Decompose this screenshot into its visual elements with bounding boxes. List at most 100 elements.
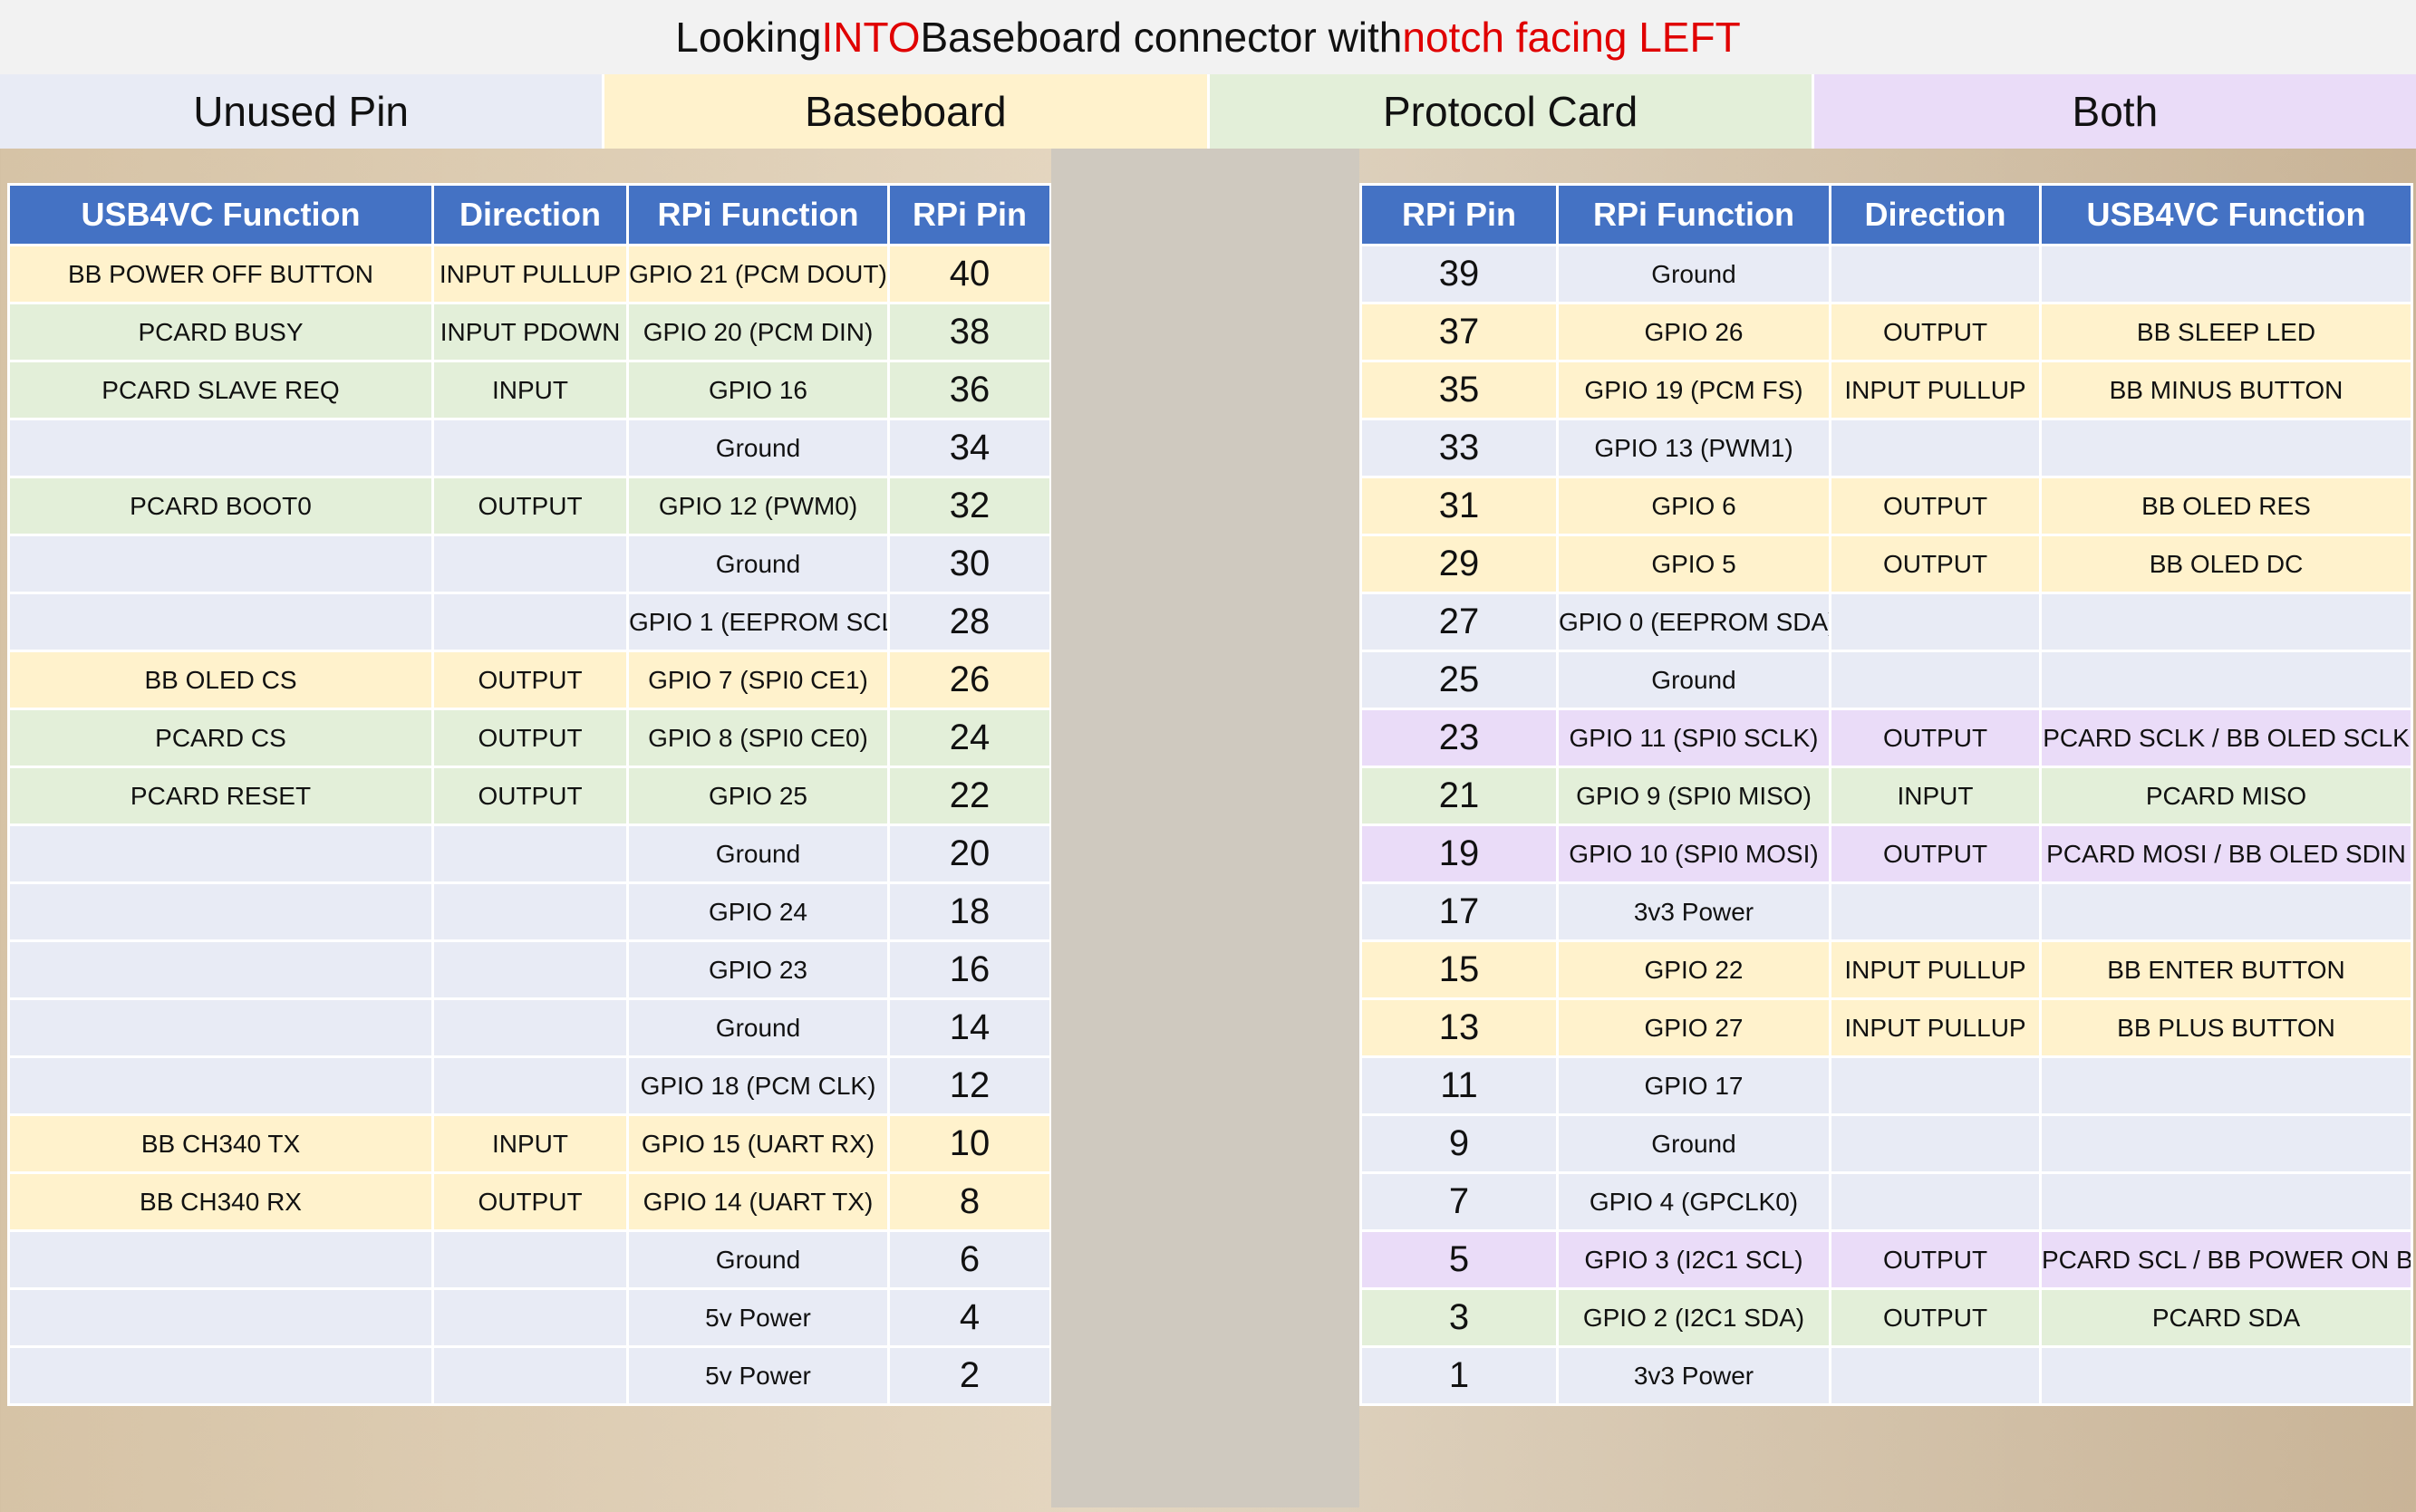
left-header-rpi-pin: RPi Pin [887, 183, 1052, 246]
left-cell-usb4vc: BB CH340 RX [7, 1171, 434, 1232]
right-cell-dir: OUTPUT [1829, 476, 2042, 536]
left-cell-dir [431, 1345, 629, 1406]
left-pin-row: BB CH340 RX OUTPUT GPIO 14 (UART TX) 8 [7, 1171, 1052, 1232]
right-pin-row: 15 GPIO 22 INPUT PULLUP BB ENTER BUTTON [1359, 939, 2413, 1000]
left-cell-rpi: GPIO 23 [626, 939, 890, 1000]
right-cell-rpi: GPIO 0 (EEPROM SDA) [1556, 592, 1831, 652]
left-cell-dir [431, 418, 629, 478]
right-cell-usb4vc: PCARD MOSI / BB OLED SDIN [2039, 823, 2413, 884]
left-cell-usb4vc [7, 534, 434, 594]
right-cell-rpi: GPIO 10 (SPI0 MOSI) [1556, 823, 1831, 884]
right-pin-table: RPi Pin RPi Function Direction USB4VC Funct… [1359, 183, 2413, 1406]
left-cell-usb4vc [7, 1055, 434, 1116]
right-cell-rpi: GPIO 2 (I2C1 SDA) [1556, 1287, 1831, 1348]
legend-bar: Unused Pin Baseboard Protocol Card Both [0, 74, 2416, 149]
right-cell-pin: 5 [1359, 1229, 1559, 1290]
right-cell-rpi: GPIO 17 [1556, 1055, 1831, 1116]
right-cell-rpi: 3v3 Power [1556, 1345, 1831, 1406]
connector-photo [1051, 149, 1359, 1507]
left-cell-dir [431, 1287, 629, 1348]
legend-protocol-card: Protocol Card [1209, 74, 1814, 149]
left-cell-rpi: GPIO 1 (EEPROM SCL) [626, 592, 890, 652]
left-cell-dir [431, 1055, 629, 1116]
left-cell-pin: 2 [887, 1345, 1052, 1406]
left-cell-rpi: 5v Power [626, 1287, 890, 1348]
left-pin-table: USB4VC Function Direction RPi Function RPi … [7, 183, 1052, 1406]
left-pin-row: 5v Power 4 [7, 1287, 1052, 1348]
left-cell-usb4vc: BB OLED CS [7, 650, 434, 710]
right-pin-row: 5 GPIO 3 (I2C1 SCL) OUTPUT PCARD SCL / BB P… [1359, 1229, 2413, 1290]
right-cell-dir [1829, 1113, 2042, 1174]
right-cell-pin: 35 [1359, 360, 1559, 420]
title-part-4: notch facing LEFT [1402, 14, 1741, 61]
right-cell-usb4vc [2039, 1345, 2413, 1406]
left-header-usb4vc-function: USB4VC Function [7, 183, 434, 246]
left-cell-dir: OUTPUT [431, 708, 629, 768]
left-cell-usb4vc: PCARD BUSY [7, 302, 434, 362]
left-cell-rpi: GPIO 16 [626, 360, 890, 420]
left-cell-pin: 28 [887, 592, 1052, 652]
right-cell-pin: 21 [1359, 766, 1559, 826]
right-cell-usb4vc: BB MINUS BUTTON [2039, 360, 2413, 420]
right-cell-pin: 39 [1359, 244, 1559, 304]
right-cell-rpi: 3v3 Power [1556, 881, 1831, 942]
left-cell-dir [431, 823, 629, 884]
right-cell-usb4vc [2039, 881, 2413, 942]
right-cell-dir [1829, 881, 2042, 942]
left-cell-rpi: GPIO 8 (SPI0 CE0) [626, 708, 890, 768]
left-cell-pin: 26 [887, 650, 1052, 710]
right-cell-pin: 9 [1359, 1113, 1559, 1174]
right-header-rpi-pin: RPi Pin [1359, 183, 1559, 246]
right-cell-usb4vc [2039, 1171, 2413, 1232]
left-pin-row: BB POWER OFF BUTTON INPUT PULLUP GPIO 21 (… [7, 244, 1052, 304]
right-cell-rpi: Ground [1556, 1113, 1831, 1174]
left-cell-rpi: GPIO 20 (PCM DIN) [626, 302, 890, 362]
left-cell-pin: 12 [887, 1055, 1052, 1116]
left-cell-pin: 4 [887, 1287, 1052, 1348]
right-cell-usb4vc: BB PLUS BUTTON [2039, 997, 2413, 1058]
left-cell-rpi: GPIO 24 [626, 881, 890, 942]
right-cell-pin: 15 [1359, 939, 1559, 1000]
right-cell-usb4vc: PCARD SCL / BB POWER ON BTN [2039, 1229, 2413, 1290]
right-header-usb4vc-function: USB4VC Function [2039, 183, 2413, 246]
right-cell-rpi: Ground [1556, 650, 1831, 710]
right-pin-row: 31 GPIO 6 OUTPUT BB OLED RES [1359, 476, 2413, 536]
right-header-direction: Direction [1829, 183, 2042, 246]
left-cell-pin: 40 [887, 244, 1052, 304]
left-cell-dir: INPUT PDOWN [431, 302, 629, 362]
left-pin-row: BB CH340 TX INPUT GPIO 15 (UART RX) 10 [7, 1113, 1052, 1174]
right-cell-usb4vc [2039, 650, 2413, 710]
right-pin-row: 11 GPIO 17 [1359, 1055, 2413, 1116]
left-cell-dir [431, 592, 629, 652]
right-cell-usb4vc [2039, 418, 2413, 478]
left-cell-usb4vc [7, 1229, 434, 1290]
right-cell-rpi: GPIO 6 [1556, 476, 1831, 536]
left-pin-row: GPIO 1 (EEPROM SCL) 28 [7, 592, 1052, 652]
left-cell-rpi: Ground [626, 534, 890, 594]
left-pin-row: GPIO 24 18 [7, 881, 1052, 942]
left-pin-row: PCARD BOOT0 OUTPUT GPIO 12 (PWM0) 32 [7, 476, 1052, 536]
right-cell-usb4vc: BB ENTER BUTTON [2039, 939, 2413, 1000]
left-cell-pin: 32 [887, 476, 1052, 536]
right-cell-rpi: Ground [1556, 244, 1831, 304]
page-title: Looking INTO Baseboard connector with no… [0, 0, 2416, 74]
right-pin-row: 19 GPIO 10 (SPI0 MOSI) OUTPUT PCARD MOSI / … [1359, 823, 2413, 884]
left-cell-usb4vc [7, 997, 434, 1058]
right-cell-usb4vc [2039, 592, 2413, 652]
right-pin-row: 29 GPIO 5 OUTPUT BB OLED DC [1359, 534, 2413, 594]
right-cell-pin: 13 [1359, 997, 1559, 1058]
left-cell-pin: 36 [887, 360, 1052, 420]
right-cell-dir [1829, 1055, 2042, 1116]
right-cell-dir: OUTPUT [1829, 534, 2042, 594]
right-cell-pin: 25 [1359, 650, 1559, 710]
left-cell-dir: OUTPUT [431, 1171, 629, 1232]
left-pin-row: GPIO 23 16 [7, 939, 1052, 1000]
right-cell-dir [1829, 1171, 2042, 1232]
right-cell-dir [1829, 592, 2042, 652]
right-cell-rpi: GPIO 3 (I2C1 SCL) [1556, 1229, 1831, 1290]
right-cell-pin: 19 [1359, 823, 1559, 884]
right-cell-usb4vc: PCARD SCLK / BB OLED SCLK [2039, 708, 2413, 768]
right-pin-row: 37 GPIO 26 OUTPUT BB SLEEP LED [1359, 302, 2413, 362]
right-cell-rpi: GPIO 11 (SPI0 SCLK) [1556, 708, 1831, 768]
right-cell-rpi: GPIO 13 (PWM1) [1556, 418, 1831, 478]
